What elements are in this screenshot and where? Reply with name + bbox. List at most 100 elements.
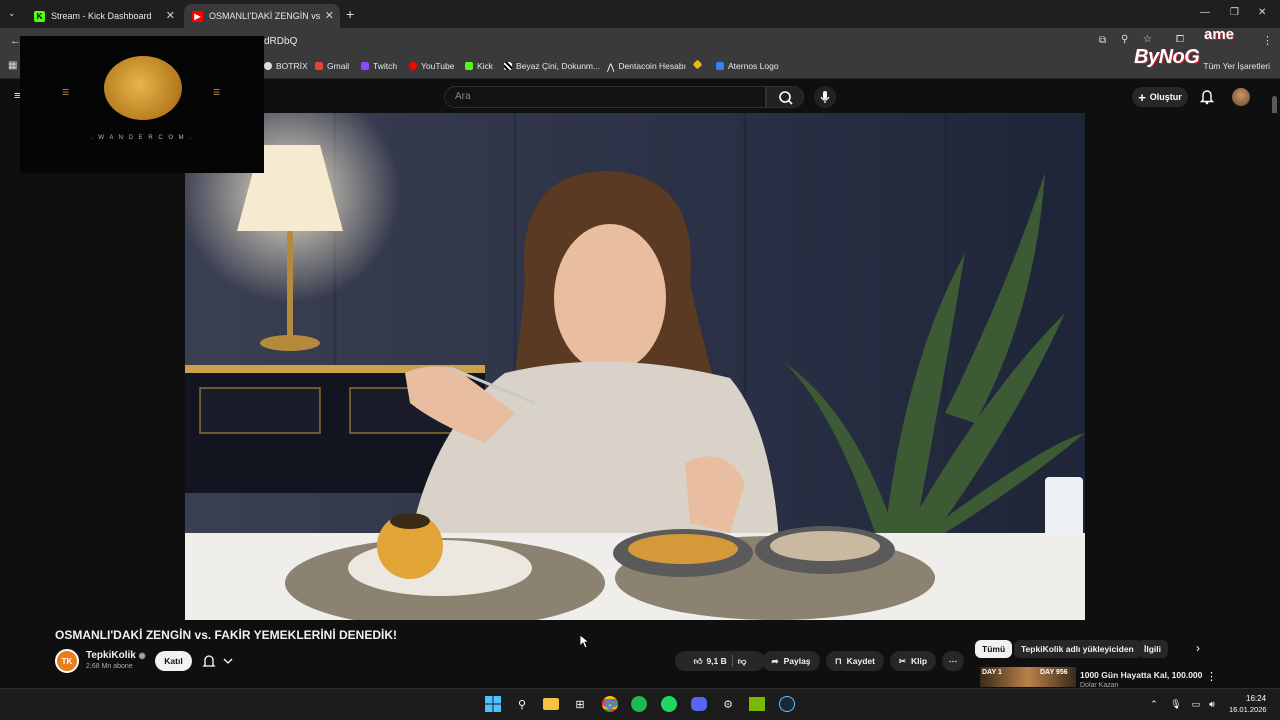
microphone-tray-icon[interactable]: 🎙︎ [1167,695,1185,713]
video-frame [185,113,1085,620]
bowl-right-food [770,531,880,561]
install-icon[interactable]: ⧉ [1099,35,1106,46]
subscription-bell-button[interactable] [200,651,240,671]
close-tab-icon[interactable]: ✕ [166,9,175,22]
microphone-icon [820,91,830,103]
recommended-video-title[interactable]: 1000 Gün Hayatta Kal, 100.000 [1080,670,1202,680]
create-button[interactable]: + Oluştur [1132,87,1188,107]
bookmark-label: Aternos Logo [728,61,779,71]
green-app-icon[interactable] [630,695,648,713]
thumbnail-day-label: DAY 1 [982,669,1002,676]
chip-label: TepkiKolik adlı yükleyiciden [1021,644,1134,654]
bookmark-youtube[interactable]: YouTube [409,61,454,71]
bookmark-gmail[interactable]: Gmail [315,61,349,71]
dislike-button[interactable]: 👎︎ [738,656,747,667]
chrome-icon[interactable] [601,695,619,713]
url-field[interactable]: dRDbQ [264,36,297,47]
search-taskbar-icon[interactable]: ⚲ [513,695,531,713]
bookmark-twitch[interactable]: Twitch [361,61,397,71]
windows-logo-icon [485,696,501,712]
clock-time[interactable]: 16:24 [1246,694,1266,703]
volume-icon[interactable]: 🔊︎ [1203,695,1221,713]
channel-name[interactable]: TepkiKolik ◉ [86,650,146,661]
ornament-icon: ☰ [213,88,221,97]
create-label: Oluştur [1149,92,1182,102]
cursor-arrow-icon [579,634,591,649]
notifications-button[interactable] [1199,88,1215,110]
verified-icon: ◉ [138,651,146,660]
youtube-icon [409,62,417,70]
like-dislike-group: 👍︎ 9,1 B 👎︎ [675,651,765,671]
share-label: Paylaş [783,656,811,666]
steam-icon[interactable] [778,695,796,713]
new-tab-button[interactable]: + [346,6,354,22]
close-window-button[interactable]: ✕ [1258,7,1266,18]
bookmark-dentacoin[interactable]: ⋀ Dentacoin Hesabı [607,61,686,72]
bookmark-label: Kick [477,61,494,71]
bowl-left-food [628,534,738,564]
spotify-icon[interactable] [660,695,678,713]
apps-grid-icon[interactable]: ▦ [8,60,17,71]
bookmark-botrix[interactable]: BOTRİX [264,61,308,71]
logo-text: ByNoG [1134,46,1200,68]
search-input[interactable] [444,86,766,108]
windows-start-icon[interactable] [484,695,502,713]
restore-button[interactable]: ❐ [1230,7,1239,18]
search-placeholder: Ara [455,91,471,102]
more-actions-button[interactable]: ⋯ [942,651,964,671]
tab-label: Stream - Kick Dashboard [51,11,152,21]
bookmark-kick[interactable]: Kick [465,61,493,71]
lamp-base [260,335,320,351]
video-player[interactable] [185,113,1085,620]
save-button[interactable]: ⊓ Kaydet [826,651,884,671]
channel-initials: TK [61,656,73,666]
like-button[interactable]: 👍︎ 9,1 B [694,656,727,667]
browser-tab-bar: ⌄ K Stream - Kick Dashboard ✕ ▶ OSMANLI'… [0,0,1280,28]
scissors-icon: ✂ [898,655,907,666]
twitch-icon [361,62,369,70]
share-button[interactable]: ➦ Paylaş [762,651,820,671]
file-explorer-icon[interactable] [542,695,560,713]
bookmark-binance[interactable] [692,59,705,70]
chip-label: İlgili [1144,644,1161,654]
lamp-stem [287,231,293,341]
recommendation-menu-icon[interactable]: ⋮ [1206,670,1217,683]
clip-button[interactable]: ✂ Klip [890,651,936,671]
bookmark-label: Twitch [373,61,398,71]
chip-all[interactable]: Tümü [975,640,1013,658]
tab-youtube-video[interactable]: ▶ OSMANLI'DAKİ ZENGİN vs. FAKİ ✕ [184,4,340,28]
channel-name-text: TepkiKolik [86,650,136,661]
bookmark-beyaz-cini[interactable]: Beyaz Çini, Dokunm... [504,61,600,71]
clip-label: Klip [911,656,928,666]
join-button[interactable]: Katıl [155,651,192,671]
binance-icon [692,59,703,70]
search-icon [779,91,793,105]
channel-avatar[interactable]: TK [55,649,79,673]
user-avatar[interactable] [1232,88,1250,106]
minimize-button[interactable]: — [1200,7,1210,18]
menu-dots-icon[interactable]: ⋮ [1262,34,1273,47]
tab-kick-dashboard[interactable]: K Stream - Kick Dashboard ✕ [26,4,181,28]
search-button[interactable] [766,86,804,108]
bynogame-logo: ame ByNoG [1116,24,1252,74]
page-background-left [0,173,185,620]
chips-next-icon[interactable]: › [1196,641,1200,655]
store-icon[interactable]: ⊞ [571,695,589,713]
thumbs-down-icon: 👎︎ [737,655,747,666]
bookmark-aternos[interactable]: Aternos Logo [716,61,779,71]
clock-date[interactable]: 16.01.2026 [1229,705,1267,714]
nvidia-icon[interactable] [748,695,766,713]
more-dots-icon: ⋯ [948,655,958,666]
voice-search-button[interactable] [814,86,836,108]
close-tab-icon[interactable]: ✕ [325,9,334,22]
thumbnail-day-label: DAY 956 [1040,669,1068,676]
discord-icon[interactable] [690,695,708,713]
chevron-up-icon[interactable]: ⌃ [1145,695,1163,713]
tab-list-dropdown-icon[interactable]: ⌄ [8,8,16,19]
chip-from-uploader[interactable]: TepkiKolik adlı yükleyiciden [1014,640,1141,658]
settings-gear-icon[interactable]: ⚙ [719,695,737,713]
plus-icon: + [1138,89,1146,105]
chip-related[interactable]: İlgili [1137,640,1168,658]
share-icon: ➦ [771,655,779,666]
checker-icon [504,62,512,70]
